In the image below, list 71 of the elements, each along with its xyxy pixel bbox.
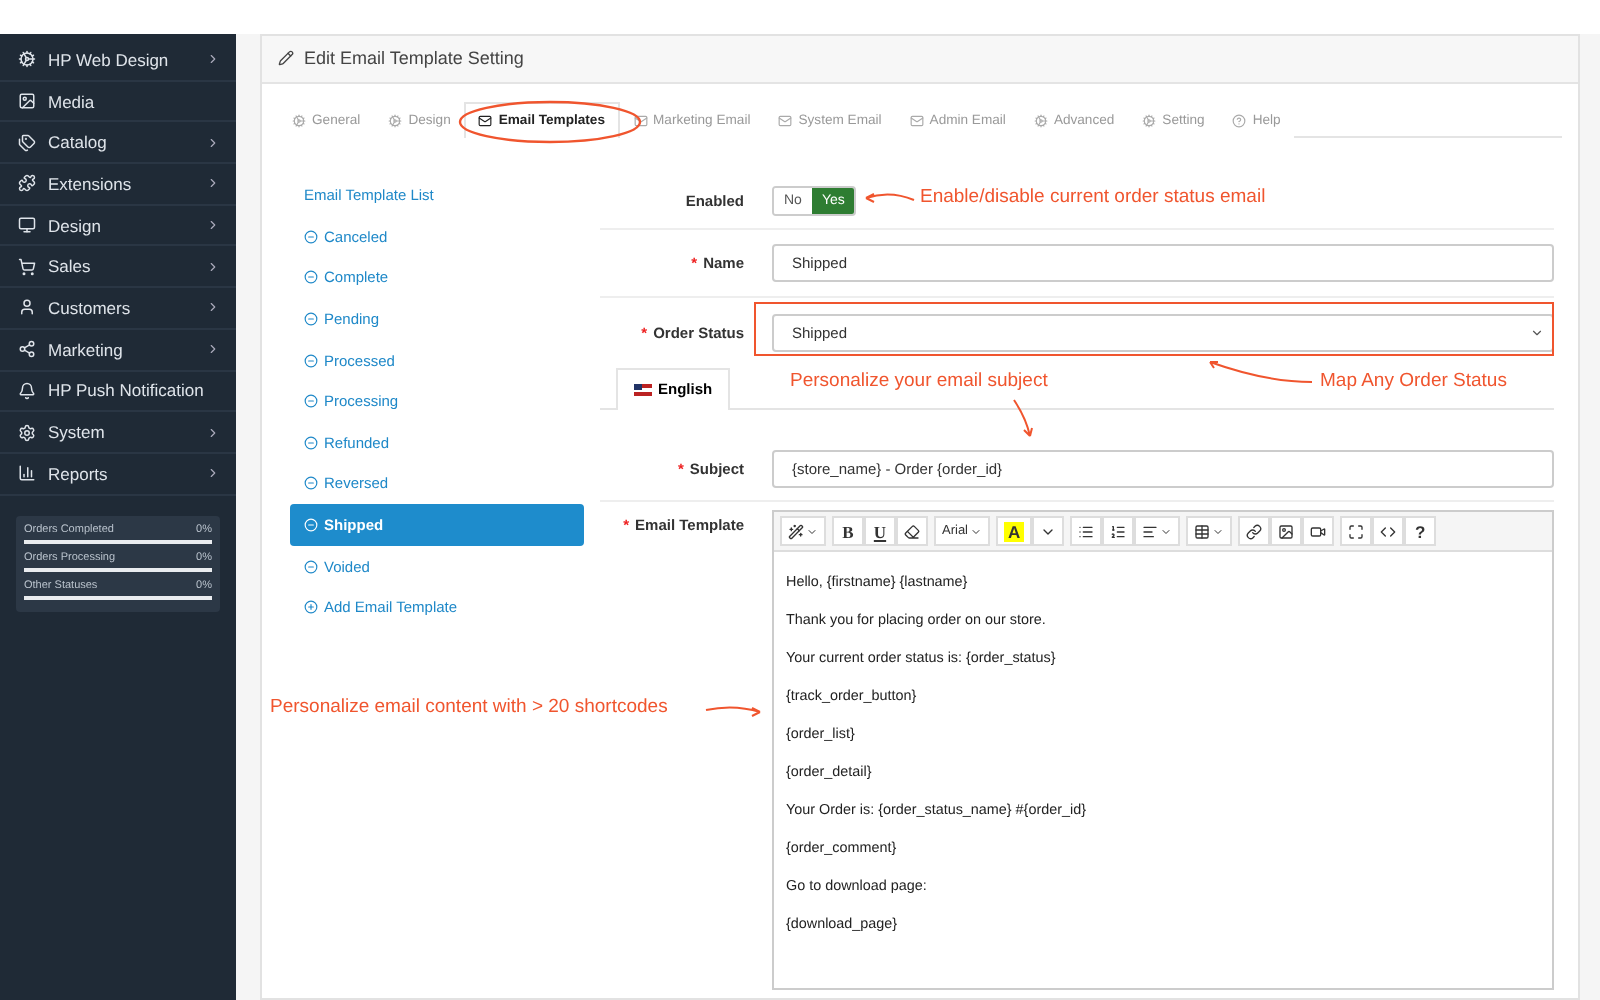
link-icon xyxy=(1246,523,1263,539)
toolbar-button[interactable] xyxy=(1186,516,1233,546)
minus-circle-icon xyxy=(304,476,318,491)
minus-circle-icon xyxy=(304,517,318,532)
minus-circle-icon xyxy=(304,311,318,326)
pencil-icon xyxy=(278,50,294,67)
code-icon xyxy=(1380,523,1397,539)
chevron-down-icon xyxy=(1530,326,1544,340)
gears-icon xyxy=(1033,113,1048,128)
toolbar-button[interactable] xyxy=(1134,516,1181,546)
toolbar-button[interactable] xyxy=(1238,516,1271,546)
gears-icon xyxy=(388,113,403,128)
caret-icon xyxy=(970,525,983,537)
toolbar-button[interactable]: ? xyxy=(1404,516,1437,546)
caret-icon xyxy=(1160,525,1173,537)
toolbar-button[interactable] xyxy=(1372,516,1405,546)
pointer-arrow xyxy=(1010,398,1034,438)
help-icon xyxy=(1232,113,1247,128)
bar-chart-icon xyxy=(18,464,36,483)
puzzle-icon xyxy=(18,174,36,193)
minus-circle-icon xyxy=(304,559,318,574)
align-icon xyxy=(1142,523,1159,539)
bullet-list-icon xyxy=(1078,523,1095,539)
user-icon xyxy=(18,298,36,317)
cart-icon xyxy=(18,257,36,276)
order-status-note: Map Any Order Status xyxy=(1320,370,1507,392)
toolbar-button[interactable] xyxy=(1070,516,1103,546)
image-icon xyxy=(1278,523,1295,539)
pointer-arrow xyxy=(704,702,764,718)
eraser-icon xyxy=(904,523,920,539)
pointer-arrow xyxy=(862,190,916,206)
gears-icon xyxy=(1142,113,1157,128)
bell-icon xyxy=(18,381,36,400)
settings-icon xyxy=(18,423,36,442)
table-icon xyxy=(1194,523,1211,539)
flag-icon xyxy=(634,383,652,395)
toolbar-button[interactable] xyxy=(1270,516,1303,546)
envelope-icon xyxy=(633,113,647,128)
image-icon xyxy=(18,92,36,111)
tag-icon xyxy=(18,133,36,152)
plus-circle-icon xyxy=(304,600,318,615)
envelope-icon xyxy=(909,113,924,128)
minus-circle-icon xyxy=(304,270,318,285)
toolbar-button[interactable] xyxy=(896,516,928,546)
magic-wand-icon xyxy=(788,523,804,539)
pointer-arrow xyxy=(1206,358,1314,386)
video-icon xyxy=(1310,523,1327,539)
toolbar-button[interactable]: A xyxy=(996,516,1033,546)
toolbar-button[interactable]: U xyxy=(864,516,896,546)
envelope-icon xyxy=(478,113,493,128)
panel-title: Edit Email Template Setting xyxy=(304,48,524,69)
toolbar-button[interactable] xyxy=(1102,516,1135,546)
fullscreen-icon xyxy=(1348,523,1365,539)
minus-circle-icon xyxy=(304,353,318,368)
monitor-icon xyxy=(18,216,36,235)
shortcodes-note: Personalize email content with > 20 shortcodes xyxy=(270,696,668,718)
minus-circle-icon xyxy=(304,435,318,450)
numbered-list-icon xyxy=(1110,523,1127,539)
toolbar-button[interactable] xyxy=(780,516,826,546)
toolbar-button[interactable]: B xyxy=(832,516,864,546)
share-icon xyxy=(18,340,36,359)
gears-icon xyxy=(18,50,36,69)
minus-circle-icon xyxy=(304,394,318,409)
caret-icon xyxy=(806,525,818,537)
gears-icon xyxy=(292,113,306,128)
envelope-icon xyxy=(778,113,793,128)
caret-icon xyxy=(1212,525,1225,537)
toolbar-button[interactable] xyxy=(1302,516,1335,546)
subject-note: Personalize your email subject xyxy=(790,370,1048,392)
minus-circle-icon xyxy=(304,229,318,244)
enable-toggle-note: Enable/disable current order status email xyxy=(920,186,1266,208)
